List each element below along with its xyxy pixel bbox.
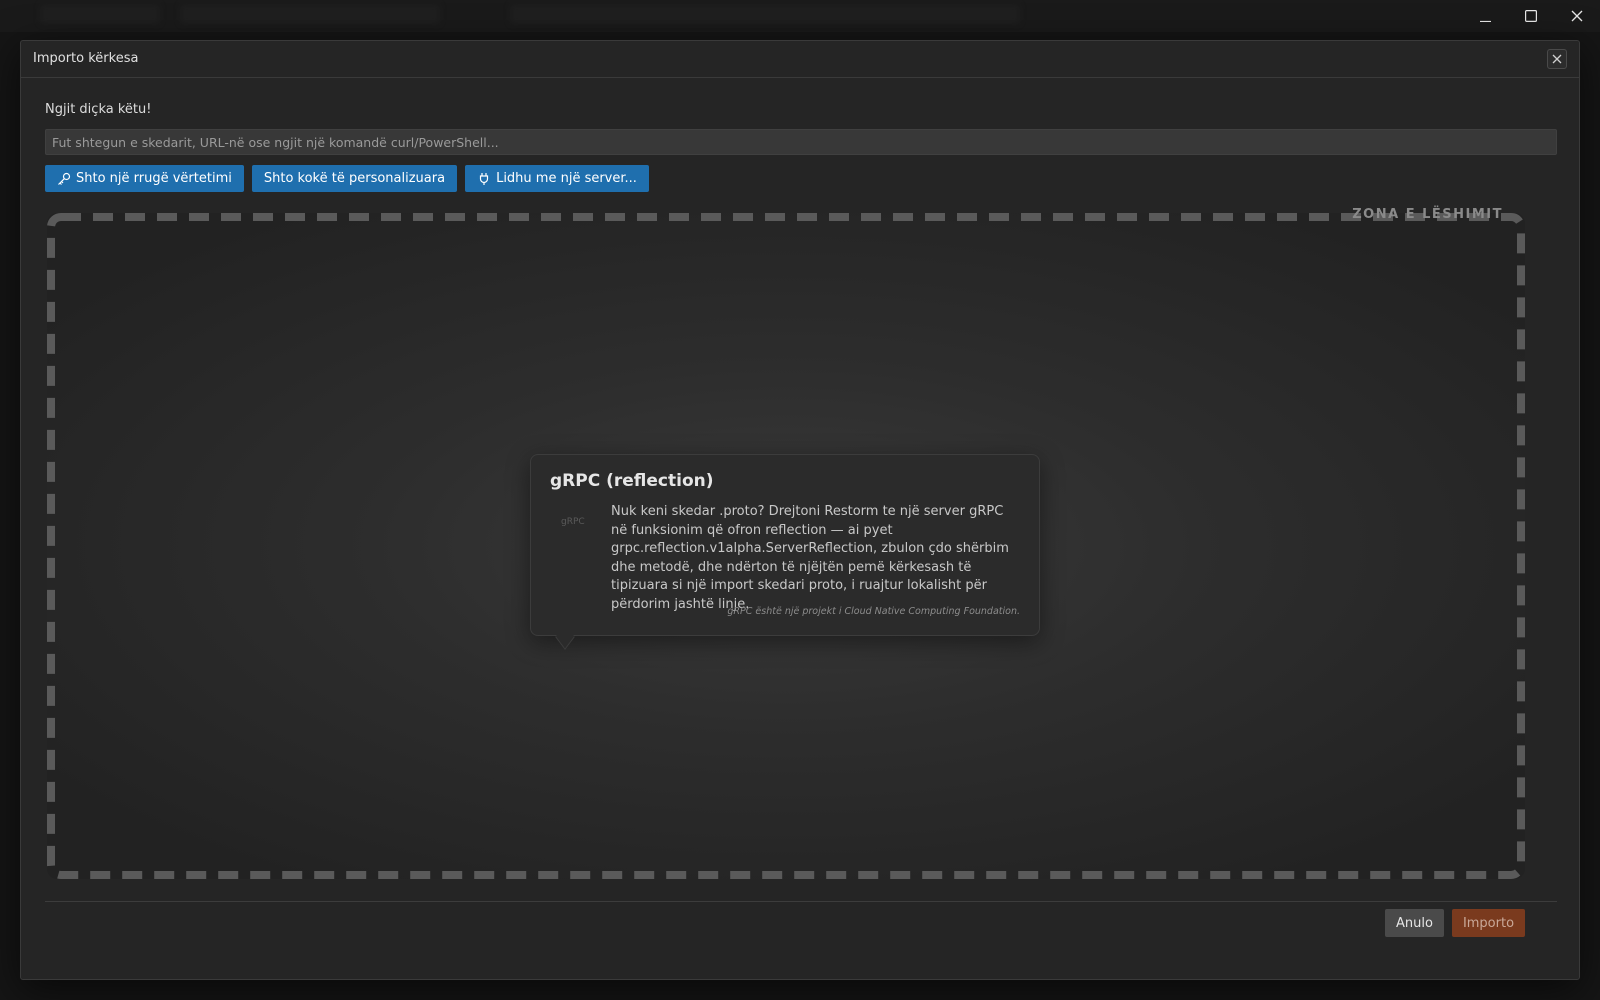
grpc-logo-icon: gRPC	[561, 517, 585, 527]
add-custom-headers-label: Shto kokë të personalizuara	[263, 171, 446, 186]
add-auth-path-label: Shto një rrugë vërtetimi	[76, 171, 232, 186]
maximize-button[interactable]	[1508, 0, 1554, 32]
paste-input[interactable]	[45, 129, 1557, 155]
card-footnote: gRPC është një projekt i Cloud Native Co…	[727, 606, 1020, 617]
window-controls	[1462, 0, 1600, 32]
minimize-button[interactable]	[1462, 0, 1508, 32]
paste-label: Ngjit diçka këtu!	[45, 102, 152, 117]
import-dialog: Importo kërkesa Ngjit diçka këtu! Shto n…	[20, 40, 1580, 980]
footer-divider	[45, 901, 1557, 902]
dialog-title: Importo kërkesa	[33, 51, 139, 66]
connect-server-button[interactable]: Lidhu me një server...	[465, 165, 649, 192]
maximize-icon	[1525, 10, 1537, 22]
close-icon	[1552, 54, 1562, 64]
close-window-button[interactable]	[1554, 0, 1600, 32]
connect-server-label: Lidhu me një server...	[496, 171, 637, 186]
blurred-menu	[40, 4, 160, 24]
add-auth-path-button[interactable]: Shto një rrugë vërtetimi	[45, 165, 244, 192]
close-icon	[1571, 10, 1583, 22]
grpc-reflection-card[interactable]: gRPC (reflection) gRPC Nuk keni skedar .…	[530, 454, 1040, 650]
dialog-close-button[interactable]	[1547, 49, 1567, 69]
minimize-icon	[1479, 20, 1491, 22]
drop-zone-label: ZONA E LËSHIMIT	[1352, 207, 1503, 222]
blurred-menu	[180, 4, 440, 24]
card-title: gRPC (reflection)	[550, 471, 714, 491]
import-button[interactable]: Importo	[1452, 909, 1525, 937]
card-description: Nuk keni skedar .proto? Drejtoni Restorm…	[611, 504, 1009, 612]
add-custom-headers-button[interactable]: Shto kokë të personalizuara	[251, 165, 458, 192]
action-buttons: Shto një rrugë vërtetimi Shto kokë të pe…	[45, 165, 649, 192]
background-titlebar	[0, 0, 1600, 32]
plug-icon	[479, 172, 489, 185]
cancel-button[interactable]: Anulo	[1385, 909, 1444, 937]
key-icon	[58, 172, 71, 185]
dialog-header: Importo kërkesa	[21, 41, 1579, 78]
blurred-search	[510, 4, 1020, 24]
